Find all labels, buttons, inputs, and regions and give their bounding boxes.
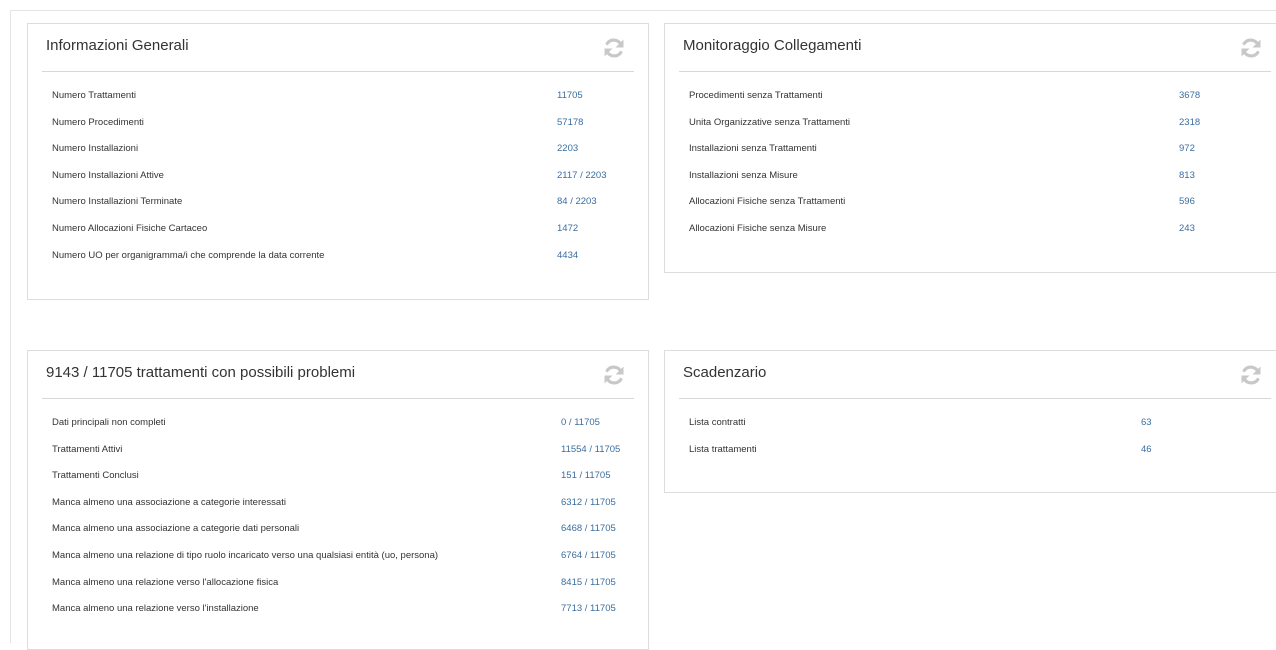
item-label: Trattamenti Conclusi [52, 470, 139, 482]
schedule-list: Lista contratti 63 Lista trattamenti 46 [689, 415, 1276, 468]
list-item: Manca almeno una associazione a categori… [52, 521, 648, 548]
item-value-link[interactable]: 3678 [1179, 90, 1200, 101]
item-label: Allocazioni Fisiche senza Trattamenti [689, 196, 846, 208]
refresh-icon[interactable] [602, 363, 626, 387]
panel-informazioni-generali: Informazioni Generali Numero Trattamenti… [27, 23, 649, 300]
item-value-link[interactable]: 2117 / 2203 [557, 170, 606, 181]
panel-title: 9143 / 11705 trattamenti con possibili p… [46, 364, 356, 381]
list-item: Lista contratti 63 [689, 415, 1276, 442]
list-item: Dati principali non completi 0 / 11705 [52, 415, 648, 442]
item-value-link[interactable]: 8415 / 11705 [561, 577, 616, 588]
item-label: Numero Trattamenti [52, 90, 136, 101]
item-value-link[interactable]: 0 / 11705 [561, 417, 600, 428]
item-value-link[interactable]: 7713 / 11705 [561, 603, 616, 614]
item-label: Numero Allocazioni Fisiche Cartaceo [52, 222, 208, 234]
list-item: Trattamenti Conclusi 151 / 11705 [52, 468, 648, 495]
monitor-list: Procedimenti senza Trattamenti 3678 Unita … [689, 88, 1276, 248]
list-item: Numero UO per organigramma/i che compren… [52, 248, 648, 275]
item-value-link[interactable]: 63 [1141, 417, 1152, 428]
refresh-icon[interactable] [1239, 36, 1263, 60]
item-value-link[interactable]: 972 [1179, 143, 1195, 154]
item-value-link[interactable]: 1472 [557, 223, 578, 234]
list-item: Numero Procedimenti 57178 [52, 115, 648, 142]
item-label: Numero Procedimenti [52, 116, 144, 128]
list-item: Trattamenti Attivi 11554 / 11705 [52, 442, 648, 469]
list-item: Numero Installazioni 2203 [52, 141, 648, 168]
refresh-icon[interactable] [1239, 363, 1263, 387]
item-value-link[interactable]: 84 / 2203 [557, 196, 597, 207]
item-value-link[interactable]: 596 [1179, 196, 1195, 207]
item-value-link[interactable]: 243 [1179, 223, 1195, 234]
panel-monitoraggio-collegamenti: Monitoraggio Collegamenti Procedimenti s… [664, 23, 1276, 273]
item-label: Numero Installazioni Attive [52, 169, 164, 181]
list-item: Numero Allocazioni Fisiche Cartaceo 1472 [52, 221, 648, 248]
panel-trattamenti-problemi: 9143 / 11705 trattamenti con possibili p… [27, 350, 649, 650]
item-label: Numero Installazioni [52, 143, 139, 155]
item-value-link[interactable]: 813 [1179, 170, 1195, 181]
item-label: Installazioni senza Trattamenti [689, 143, 817, 155]
list-item: Numero Installazioni Terminate 84 / 2203 [52, 194, 648, 221]
item-value-link[interactable]: 46 [1141, 444, 1152, 455]
item-value-link[interactable]: 2203 [557, 143, 578, 154]
list-item: Manca almeno una relazione verso l'alloc… [52, 575, 648, 602]
list-item: Manca almeno una associazione a categori… [52, 495, 648, 522]
list-item: Numero Trattamenti 11705 [52, 88, 648, 115]
list-item: Installazioni senza Misure 813 [689, 168, 1276, 195]
item-label: Numero UO per organigramma/i che compren… [52, 249, 325, 261]
item-value-link[interactable]: 2318 [1179, 117, 1200, 128]
list-item: Numero Installazioni Attive 2117 / 2203 [52, 168, 648, 195]
item-label: Manca almeno una associazione a categori… [52, 496, 286, 508]
item-label: Lista trattamenti [689, 443, 757, 455]
item-value-link[interactable]: 6764 / 11705 [561, 550, 616, 561]
list-item: Installazioni senza Trattamenti 972 [689, 141, 1276, 168]
item-label: Unita Organizzative senza Trattamenti [689, 116, 851, 128]
panel-title: Informazioni Generali [46, 37, 189, 54]
list-item: Lista trattamenti 46 [689, 442, 1276, 469]
item-label: Lista contratti [689, 417, 746, 428]
list-item: Allocazioni Fisiche senza Trattamenti 596 [689, 194, 1276, 221]
item-label: Procedimenti senza Trattamenti [689, 90, 823, 101]
list-item: Unita Organizzative senza Trattamenti 231… [689, 115, 1276, 142]
panel-header: 9143 / 11705 trattamenti con possibili p… [42, 351, 634, 399]
item-label: Manca almeno una relazione di tipo ruolo… [52, 549, 439, 561]
refresh-icon[interactable] [602, 36, 626, 60]
panel-header: Scadenzario [679, 351, 1271, 399]
item-label: Manca almeno una relazione verso l'alloc… [52, 576, 279, 588]
list-item: Procedimenti senza Trattamenti 3678 [689, 88, 1276, 115]
problems-list: Dati principali non completi 0 / 11705 Tra… [52, 415, 648, 628]
panel-header: Monitoraggio Collegamenti [679, 24, 1271, 72]
item-value-link[interactable]: 151 / 11705 [561, 470, 610, 481]
panel-title: Scadenzario [683, 364, 767, 381]
list-item: Allocazioni Fisiche senza Misure 243 [689, 221, 1276, 248]
item-value-link[interactable]: 11705 [557, 90, 583, 101]
panel-header: Informazioni Generali [42, 24, 634, 72]
item-label: Allocazioni Fisiche senza Misure [689, 222, 827, 234]
item-value-link[interactable]: 6468 / 11705 [561, 523, 616, 534]
panel-scadenzario: Scadenzario Lista contratti 63 Lista tratt… [664, 350, 1276, 493]
list-item: Manca almeno una relazione verso l'insta… [52, 601, 648, 628]
item-value-link[interactable]: 11554 / 11705 [561, 444, 620, 455]
item-label: Numero Installazioni Terminate [52, 196, 183, 208]
info-list: Numero Trattamenti 11705 Numero Procedimen… [52, 88, 648, 274]
panel-title: Monitoraggio Collegamenti [683, 37, 862, 54]
item-label: Manca almeno una relazione verso l'insta… [52, 603, 259, 615]
item-value-link[interactable]: 57178 [557, 117, 583, 128]
item-label: Manca almeno una associazione a categori… [52, 523, 300, 535]
item-value-link[interactable]: 4434 [557, 250, 578, 261]
list-item: Manca almeno una relazione di tipo ruolo… [52, 548, 648, 575]
item-label: Dati principali non completi [52, 417, 166, 428]
item-value-link[interactable]: 6312 / 11705 [561, 497, 616, 508]
item-label: Trattamenti Attivi [52, 443, 123, 455]
item-label: Installazioni senza Misure [689, 169, 798, 181]
